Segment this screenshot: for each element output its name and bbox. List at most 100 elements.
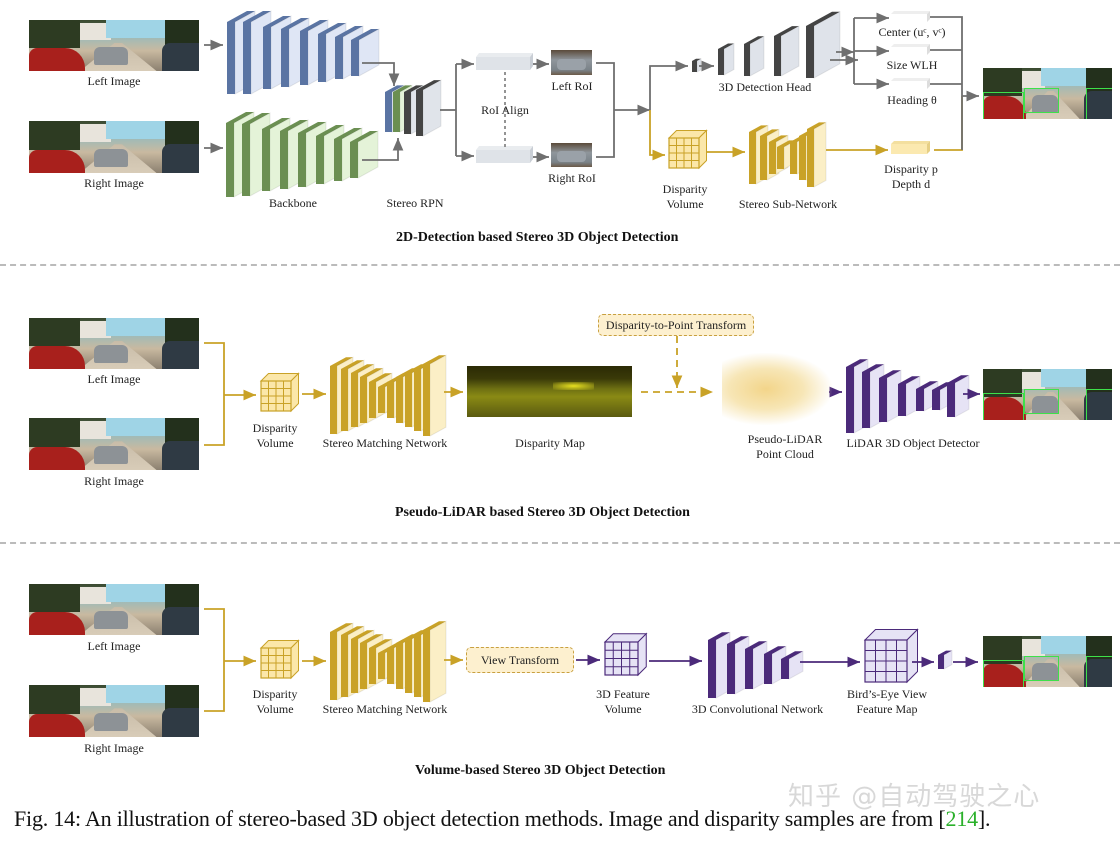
- rpn-blue-side: [385, 92, 392, 132]
- stereo-matching-3-layer-4-side: [369, 648, 376, 684]
- conv3d-layer-1-side: [727, 644, 735, 694]
- backbone-right-layer-6-side: [334, 139, 342, 181]
- bev-head-block: [938, 649, 953, 670]
- disparity-volume-line1: Disparity: [252, 687, 298, 701]
- bev-label: Bird’s-Eye View Feature Map: [832, 687, 942, 717]
- lidar-detector-layer-2: [879, 369, 902, 423]
- bev-feature-map: [863, 628, 919, 684]
- rpn-dark-2: [416, 79, 442, 137]
- conv3d-label: 3D Convolutional Network: [691, 702, 824, 716]
- roi-bar-left: [476, 53, 533, 70]
- rpn-dark-1-side: [404, 92, 411, 134]
- det-head-4: [806, 10, 841, 79]
- stereo-matching-3-layer-2-side: [351, 639, 358, 693]
- roi-bar-right: [476, 146, 533, 163]
- conv3d-layer-3-side: [764, 654, 772, 684]
- det-head-1-face: [723, 42, 735, 76]
- bev-head-block-side: [938, 655, 944, 669]
- center-output-label: Center (uᶜ, vᶜ): [878, 25, 946, 39]
- stereo-subnet-layer-6: [807, 121, 827, 188]
- left-image-photo: [29, 20, 199, 71]
- panel1-title: 2D-Detection based Stereo 3D Object Dete…: [396, 230, 679, 245]
- lidar-detector-label: LiDAR 3D Object Detector: [846, 436, 980, 450]
- stereo-matching-layer-10-face: [429, 354, 447, 437]
- separator-1: [0, 264, 1120, 266]
- size-bar-front: [891, 47, 927, 55]
- det-head-1-side: [718, 49, 724, 75]
- lidar-detector-layer-6: [947, 374, 970, 418]
- det-head-tiny-side: [692, 61, 697, 72]
- backbone-right-layer-7-side: [350, 142, 358, 178]
- backbone-left-layer-4-side: [300, 31, 308, 85]
- backbone-left-layer-5-side: [318, 34, 326, 82]
- conv3d-layer-0-side: [708, 640, 716, 698]
- stereo-matching-3-layer-0-side: [330, 632, 337, 700]
- det-head-4-side: [806, 26, 814, 78]
- right-image-label-3: Right Image: [84, 741, 144, 755]
- stereo-subnet-layer-5-side: [799, 136, 806, 180]
- arrow-to-det-head: [649, 60, 688, 110]
- roi-merge: [596, 62, 615, 158]
- stereo-matching-layer-6-side: [387, 382, 394, 418]
- rpn-green-side: [393, 92, 400, 132]
- size-bar-top: [891, 44, 930, 47]
- roi-bar-right-front: [476, 150, 530, 163]
- right-image-label-2: Right Image: [84, 474, 144, 488]
- stereo-subnet-layer-0-side: [749, 132, 756, 184]
- disparity-depth-label: Disparity p Depth d: [868, 162, 954, 192]
- lidar-detector-layer-6-side: [947, 383, 955, 417]
- det-head-3-side: [774, 36, 781, 76]
- stereo-matching-layer-3-side: [360, 377, 367, 423]
- feature-volume-line1: 3D Feature: [596, 687, 650, 701]
- conv3d-layer-0: [708, 631, 731, 699]
- rpn-dark-2-face: [422, 79, 442, 137]
- left-image-photo-3: [29, 584, 199, 635]
- det-head-2-side: [744, 44, 750, 76]
- pseudo-lidar-line1: Pseudo-LiDAR: [747, 432, 823, 446]
- backbone-left-layer-1-side: [243, 22, 251, 94]
- stereo-matching-3-layer-10-face: [429, 620, 447, 703]
- left-roi-label: Left RoI: [551, 79, 593, 93]
- left-image-photo-2: [29, 318, 199, 369]
- stereo-subnet-layer-6-side: [807, 129, 814, 187]
- right-image-photo: [29, 121, 199, 173]
- feature-volume-line2: Volume: [604, 702, 642, 716]
- left-image-label-2: Left Image: [87, 372, 141, 386]
- stereo-matching-3-layer-3-side: [360, 643, 367, 689]
- conv3d-layer-4-side: [781, 659, 789, 679]
- disparity-volume-cube-3: [259, 639, 300, 680]
- disparity-bar-front: [891, 144, 927, 154]
- stereo-matching-layer-4-side: [369, 382, 376, 418]
- lidar-detector-layer-1-side: [862, 372, 870, 428]
- backbone-left-layer-6-side: [335, 37, 343, 79]
- panel2-title: Pseudo-LiDAR based Stereo 3D Object Dete…: [395, 505, 690, 520]
- stereo-matching-label-3: Stereo Matching Network: [322, 702, 448, 716]
- caption-text: Fig. 14: An illustration of stereo-based…: [14, 806, 946, 831]
- backbone-right-layer-1-side: [242, 124, 250, 196]
- stereo-matching-3-layer-9-side: [414, 635, 421, 697]
- lidar-detector-layer-5-side: [932, 390, 940, 410]
- image-merge-3: [204, 608, 225, 712]
- stereo-subnet-layer-6-face: [813, 121, 827, 188]
- stereo-subnet-layer-1-side: [760, 136, 767, 180]
- disparity-to-point-transform-box: Disparity-to-Point Transform: [598, 314, 754, 336]
- stereo-subnet-label: Stereo Sub-Network: [738, 197, 838, 211]
- det-head-2: [744, 35, 765, 77]
- roi-bar-left-front: [476, 57, 530, 70]
- image-merge-2: [204, 342, 225, 446]
- citation-link[interactable]: 214: [946, 806, 979, 831]
- det-head-3: [774, 25, 800, 77]
- center-bar: [891, 11, 930, 22]
- stereo-matching-layer-8-side: [405, 373, 412, 427]
- lidar-detector-layer-0-side: [846, 367, 854, 433]
- stereo-matching-3-layer-10: [423, 620, 447, 703]
- stereo-subnet-layer-4-side: [790, 142, 797, 174]
- lidar-detector-layer-6-face: [954, 374, 970, 418]
- disparity-volume-line1: Disparity: [252, 421, 298, 435]
- right-image-photo-3: [29, 685, 199, 737]
- pseudo-lidar-label: Pseudo-LiDAR Point Cloud: [735, 432, 835, 462]
- stereo-subnet-layer-2-side: [769, 142, 776, 174]
- stereo-matching-layer-10-side: [423, 364, 430, 436]
- disparity-volume-line2: Volume: [256, 436, 294, 450]
- depth-d-text: Depth d: [891, 177, 931, 191]
